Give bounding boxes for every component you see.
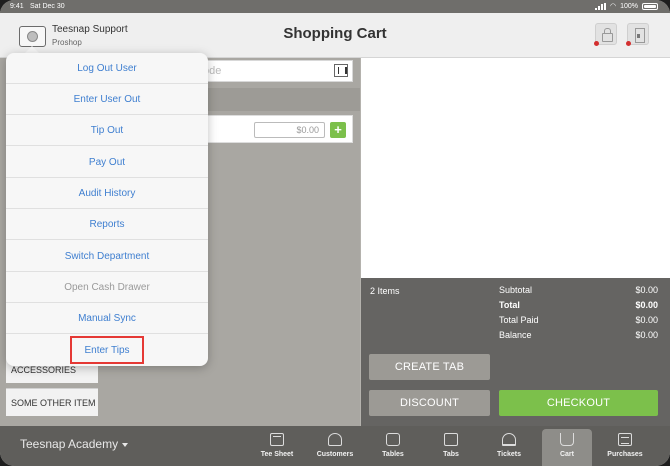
cart-summary: 2 Items Subtotal $0.00 Total $0.00 Total… — [361, 278, 670, 426]
nav-customers[interactable]: Customers — [310, 426, 360, 466]
menu-audit-history[interactable]: Audit History — [6, 178, 208, 209]
price-input[interactable]: $0.00 — [254, 122, 325, 138]
status-time: 9:41 — [10, 3, 24, 10]
battery-icon — [642, 3, 658, 10]
total-paid-label: Total Paid — [499, 315, 539, 325]
nav-label: Tabs — [443, 451, 459, 458]
nav-tabs[interactable]: Tabs — [426, 426, 476, 466]
create-tab-button[interactable]: CREATE TAB — [369, 354, 490, 380]
status-right: ◠ 100% — [594, 0, 658, 13]
tabs-icon — [444, 433, 458, 446]
nav-label: Tickets — [497, 451, 521, 458]
status-date: Sat Dec 30 — [30, 3, 65, 10]
chevron-down-icon — [122, 442, 129, 447]
customers-icon — [328, 433, 342, 446]
tables-icon — [386, 433, 400, 446]
menu-manual-sync[interactable]: Manual Sync — [6, 303, 208, 334]
bottom-nav: Teesnap Academy Tee Sheet Customers Tabl… — [0, 426, 670, 466]
app-header: Teesnap Support Proshop Shopping Cart — [0, 13, 670, 58]
balance-value: $0.00 — [635, 330, 658, 340]
ipad-screen: 9:41 Sat Dec 30 ◠ 100% Teesnap Support P… — [0, 0, 670, 466]
checkout-button[interactable]: CHECKOUT — [499, 390, 658, 416]
status-dot — [626, 41, 631, 46]
register-icon — [618, 433, 632, 446]
user-menu-popover: Log Out User Enter User Out Tip Out Pay … — [6, 53, 208, 366]
total-label: Total — [499, 300, 520, 310]
menu-tip-out[interactable]: Tip Out — [6, 115, 208, 146]
wifi-icon: ◠ — [609, 3, 617, 10]
signal-icon — [594, 3, 606, 10]
nav-label: Cart — [559, 451, 574, 458]
battery-percent: 100% — [620, 3, 638, 10]
calendar-icon — [270, 433, 284, 446]
menu-switch-department[interactable]: Switch Department — [6, 241, 208, 272]
nav-label: Tables — [382, 451, 404, 458]
menu-pay-out[interactable]: Pay Out — [6, 147, 208, 178]
menu-enter-tips[interactable]: Enter Tips — [6, 335, 208, 366]
company-name: Teesnap Academy — [20, 437, 119, 451]
add-item-button[interactable]: + — [330, 122, 346, 138]
barcode-search-input[interactable]: ode — [200, 60, 353, 82]
balance-label: Balance — [499, 330, 532, 340]
nav-label: Customers — [316, 451, 354, 458]
nav-label: Tee Sheet — [260, 451, 294, 458]
popover-arrow — [25, 46, 39, 53]
items-count: 2 Items — [370, 286, 400, 296]
tickets-icon — [502, 433, 516, 446]
menu-reports[interactable]: Reports — [6, 209, 208, 240]
menu-log-out-user[interactable]: Log Out User — [6, 53, 208, 84]
discount-button[interactable]: DISCOUNT — [369, 390, 490, 416]
custom-item-row: $0.00 + — [200, 115, 353, 143]
page-title: Shopping Cart — [283, 25, 387, 42]
status-dot — [594, 41, 599, 46]
nav-label: Purchases — [607, 451, 643, 458]
cart-icon — [560, 433, 574, 446]
barcode-scan-icon[interactable] — [334, 64, 348, 77]
total-paid-value: $0.00 — [635, 315, 658, 325]
nav-cart[interactable]: Cart — [542, 429, 592, 466]
cart-items-area — [361, 58, 670, 278]
subtotal-value: $0.00 — [635, 285, 658, 295]
subtotal-label: Subtotal — [499, 285, 533, 295]
nav-tee-sheet[interactable]: Tee Sheet — [252, 426, 302, 466]
status-bar: 9:41 Sat Dec 30 ◠ 100% — [0, 0, 670, 13]
lock-icon[interactable] — [594, 23, 617, 46]
nav-tables[interactable]: Tables — [368, 426, 418, 466]
nav-tickets[interactable]: Tickets — [484, 426, 534, 466]
total-value: $0.00 — [635, 300, 658, 310]
nav-purchases[interactable]: Purchases — [600, 426, 650, 466]
category-some-other-item[interactable]: SOME OTHER ITEM — [6, 388, 98, 416]
menu-enter-user-out[interactable]: Enter User Out — [6, 84, 208, 115]
cash-drawer-icon[interactable] — [626, 23, 649, 46]
company-selector[interactable]: Teesnap Academy — [20, 437, 129, 451]
menu-open-cash-drawer: Open Cash Drawer — [6, 272, 208, 303]
